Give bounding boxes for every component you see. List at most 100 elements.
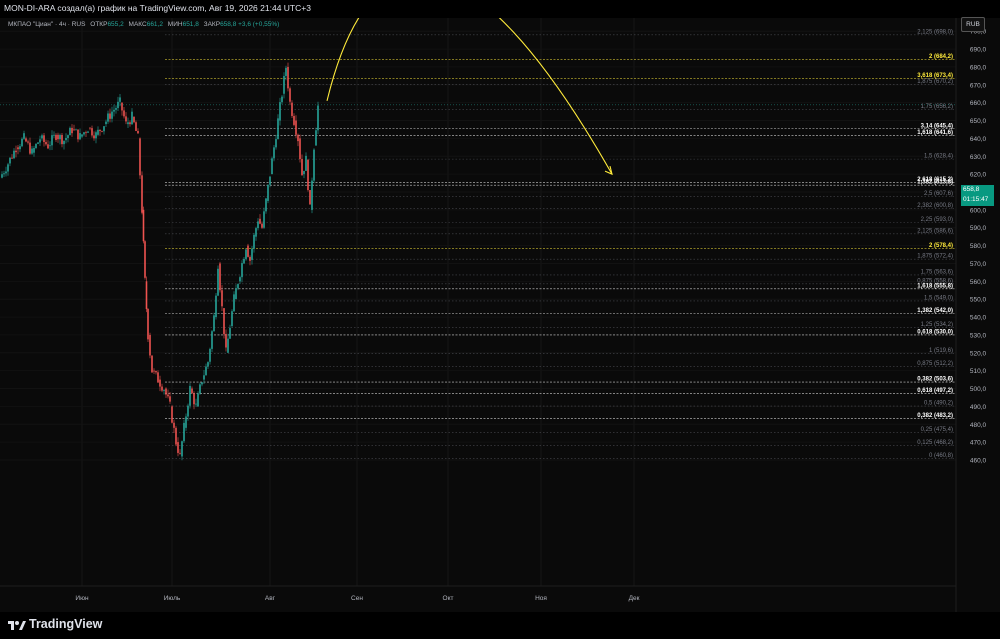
candle-body[interactable] bbox=[243, 258, 245, 264]
candle-body[interactable] bbox=[101, 130, 103, 132]
candle-body[interactable] bbox=[67, 135, 69, 138]
candle-body[interactable] bbox=[73, 129, 75, 131]
candle-body[interactable] bbox=[297, 134, 299, 142]
candle-body[interactable] bbox=[111, 111, 113, 119]
candle-body[interactable] bbox=[163, 390, 165, 391]
candle-body[interactable] bbox=[217, 268, 219, 296]
candle-body[interactable] bbox=[25, 138, 27, 142]
candle-body[interactable] bbox=[171, 406, 173, 423]
candle-body[interactable] bbox=[93, 135, 95, 139]
candle-body[interactable] bbox=[55, 134, 57, 140]
candle-body[interactable] bbox=[183, 422, 185, 442]
candle-body[interactable] bbox=[293, 115, 295, 125]
candle-body[interactable] bbox=[175, 427, 177, 445]
candle-body[interactable] bbox=[89, 127, 91, 129]
candle-body[interactable] bbox=[53, 134, 55, 136]
tradingview-logo[interactable]: TradingView bbox=[8, 617, 102, 631]
candle-body[interactable] bbox=[209, 348, 211, 362]
candle-body[interactable] bbox=[45, 142, 47, 145]
candle-body[interactable] bbox=[107, 113, 109, 122]
candle-body[interactable] bbox=[235, 288, 237, 300]
candle-body[interactable] bbox=[167, 394, 169, 397]
candle-body[interactable] bbox=[191, 388, 193, 394]
candle-body[interactable] bbox=[137, 130, 139, 134]
candle-body[interactable] bbox=[289, 88, 291, 102]
candle-body[interactable] bbox=[245, 249, 247, 259]
candle-body[interactable] bbox=[173, 422, 175, 428]
candle-body[interactable] bbox=[233, 294, 235, 312]
candle-body[interactable] bbox=[81, 134, 83, 137]
candle-body[interactable] bbox=[165, 388, 167, 395]
candle-body[interactable] bbox=[135, 122, 137, 131]
candle-body[interactable] bbox=[195, 403, 197, 405]
candle-body[interactable] bbox=[273, 147, 275, 159]
candle-body[interactable] bbox=[283, 75, 285, 94]
candle-body[interactable] bbox=[181, 441, 183, 457]
candle-body[interactable] bbox=[313, 149, 315, 181]
candle-body[interactable] bbox=[161, 386, 163, 391]
candle-body[interactable] bbox=[177, 442, 179, 453]
candle-body[interactable] bbox=[61, 134, 63, 145]
candle-body[interactable] bbox=[133, 116, 135, 123]
candle-body[interactable] bbox=[269, 176, 271, 185]
candle-body[interactable] bbox=[185, 416, 187, 428]
candle-body[interactable] bbox=[271, 158, 273, 175]
candle-body[interactable] bbox=[5, 171, 7, 174]
candle-body[interactable] bbox=[121, 102, 123, 111]
candle-body[interactable] bbox=[295, 120, 297, 135]
candle-body[interactable] bbox=[247, 245, 249, 257]
candle-body[interactable] bbox=[291, 102, 293, 116]
candle-body[interactable] bbox=[103, 126, 105, 132]
candle-body[interactable] bbox=[105, 121, 107, 125]
candle-body[interactable] bbox=[255, 228, 257, 237]
candle-body[interactable] bbox=[229, 328, 231, 339]
candle-body[interactable] bbox=[23, 133, 25, 139]
candle-body[interactable] bbox=[37, 142, 39, 144]
candle-body[interactable] bbox=[231, 311, 233, 326]
candle-body[interactable] bbox=[205, 366, 207, 376]
candle-body[interactable] bbox=[237, 284, 239, 289]
candle-body[interactable] bbox=[307, 159, 309, 191]
candle-body[interactable] bbox=[91, 128, 93, 136]
candle-body[interactable] bbox=[263, 211, 265, 228]
candle-body[interactable] bbox=[267, 184, 269, 201]
candle-body[interactable] bbox=[15, 150, 17, 153]
candle-body[interactable] bbox=[219, 263, 221, 291]
candle-body[interactable] bbox=[203, 375, 205, 380]
candle-body[interactable] bbox=[119, 97, 121, 102]
candle-body[interactable] bbox=[125, 116, 127, 122]
candle-body[interactable] bbox=[311, 180, 313, 210]
candle-body[interactable] bbox=[113, 109, 115, 112]
candle-body[interactable] bbox=[85, 132, 87, 134]
candle-body[interactable] bbox=[141, 175, 143, 213]
candle-body[interactable] bbox=[29, 142, 31, 154]
candle-body[interactable] bbox=[142, 209, 145, 242]
candle-body[interactable] bbox=[123, 110, 125, 117]
candle-body[interactable] bbox=[239, 277, 241, 282]
candle-body[interactable] bbox=[17, 147, 19, 150]
candle-body[interactable] bbox=[63, 140, 65, 145]
candle-body[interactable] bbox=[144, 241, 146, 278]
candle-body[interactable] bbox=[223, 308, 225, 335]
candle-body[interactable] bbox=[301, 159, 303, 176]
candle-body[interactable] bbox=[21, 138, 23, 147]
candle-body[interactable] bbox=[109, 113, 111, 119]
candle-body[interactable] bbox=[257, 221, 259, 229]
candle-body[interactable] bbox=[97, 129, 99, 135]
candle-body[interactable] bbox=[201, 382, 203, 385]
candle-body[interactable] bbox=[225, 334, 227, 348]
candle-body[interactable] bbox=[87, 131, 89, 133]
candle-body[interactable] bbox=[309, 190, 311, 205]
candle-body[interactable] bbox=[213, 315, 215, 332]
candle-body[interactable] bbox=[151, 355, 153, 373]
candle-body[interactable] bbox=[189, 385, 191, 406]
candle-body[interactable] bbox=[33, 148, 35, 153]
candle-body[interactable] bbox=[75, 129, 77, 131]
candle-body[interactable] bbox=[241, 263, 243, 278]
candle-body[interactable] bbox=[117, 101, 119, 109]
candle-body[interactable] bbox=[31, 148, 33, 154]
candle-body[interactable] bbox=[115, 108, 117, 110]
candle-body[interactable] bbox=[147, 309, 149, 340]
candle-body[interactable] bbox=[127, 122, 129, 125]
candle-body[interactable] bbox=[131, 111, 133, 125]
